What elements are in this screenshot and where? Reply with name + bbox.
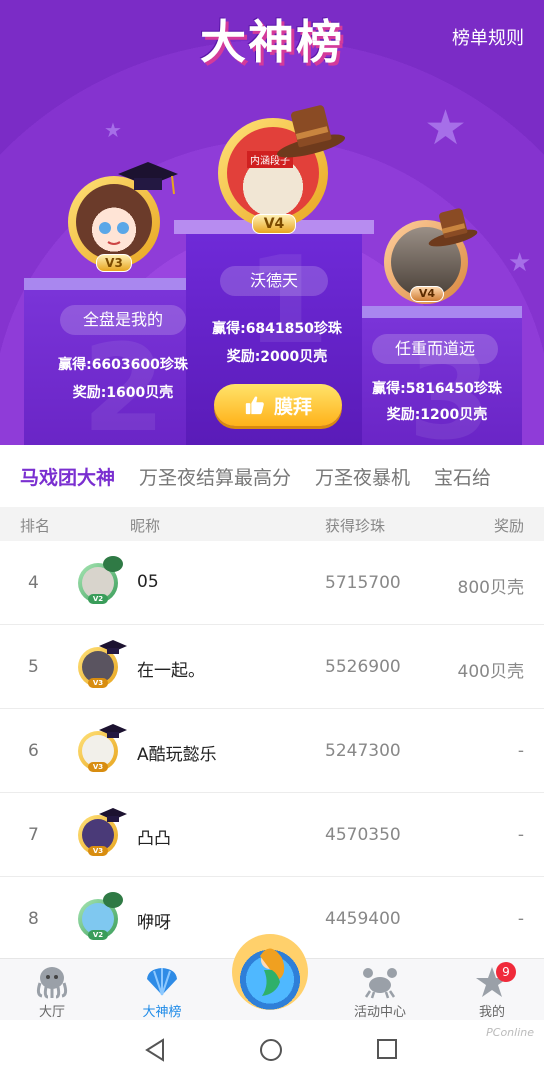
table-header: 排名 昵称 获得珍珠 奖励 [0,507,544,541]
column-pearls: 获得珍珠 [325,517,386,535]
graduation-cap-icon [103,556,123,572]
winner-name-second: 全盘是我的 [60,305,186,335]
column-rank: 排名 [20,517,51,535]
reward-first: 奖励:2000贝壳 [226,349,328,365]
octopus-icon [36,967,68,999]
level-badge: V3 [88,846,108,856]
row-reward: - [517,741,524,761]
won-pearls-first: 赢得:6841850珍珠 [212,321,342,337]
tab-circus-master[interactable]: 马戏团大神 [20,463,115,490]
top-hat-icon [275,104,347,163]
table-row[interactable]: 5 V3 在一起。 5526900 400贝壳 [0,625,544,709]
row-rank: 7 [28,825,39,845]
row-nickname: 05 [137,572,159,592]
graduation-cap-icon [118,162,178,195]
row-nickname: 凸凸 [137,829,171,849]
rules-link[interactable]: 榜单规则 [452,24,524,50]
row-nickname: A酷玩懿乐 [137,745,217,765]
graduation-cap-icon [99,640,127,654]
graduation-cap-icon [99,808,127,822]
nav-label: 大厅 [38,1005,65,1020]
nav-label: 活动中心 [353,1005,406,1020]
level-badge: V3 [88,678,108,688]
nav-lobby[interactable]: 大厅 [12,965,92,1020]
home-icon[interactable] [259,1038,283,1062]
mermaid-icon [260,948,285,996]
level-badge: V3 [96,254,132,272]
star-icon: ★ [104,118,122,142]
reward-third: 奖励:1200贝壳 [386,407,488,423]
notification-badge: 9 [496,962,516,982]
recents-icon[interactable] [376,1038,398,1060]
tab-halloween-high-score[interactable]: 万圣夜结算最高分 [139,463,291,490]
nav-label: 大神榜 [142,1005,182,1020]
row-pearls: 5247300 [325,741,401,761]
nav-mine[interactable]: 我的 [452,965,532,1020]
table-row[interactable]: 6 V3 A酷玩懿乐 5247300 - [0,709,544,793]
star-icon: ★ [508,248,532,278]
graduation-cap-icon [103,892,123,908]
level-badge: V2 [88,594,108,604]
row-reward: 800贝壳 [457,578,524,598]
row-rank: 8 [28,909,39,929]
nav-activity-center[interactable]: 活动中心 [340,965,420,1020]
row-reward: - [517,909,524,929]
worship-button[interactable]: 膜拜 [214,384,342,426]
worship-label: 膜拜 [273,395,312,418]
system-navigation-bar [0,1020,544,1080]
thumbs-up-icon [245,396,264,415]
row-pearls: 5715700 [325,573,401,593]
level-badge: V4 [410,286,444,302]
row-pearls: 4459400 [325,909,401,929]
graduation-cap-icon [99,724,127,738]
table-row[interactable]: 4 V2 05 5715700 800贝壳 [0,541,544,625]
crab-icon [363,968,397,999]
leaderboard-hero: 大神榜 榜单规则 ★ ★ ★ 2 3 1 V3 内涵段子 V4 V4 全盘是我的… [0,0,544,445]
winner-name-third: 任重而道远 [372,334,498,364]
category-tabs: 马戏团大神 万圣夜结算最高分 万圣夜暴机 宝石给 [0,445,544,507]
tab-gem[interactable]: 宝石给 [434,463,491,490]
column-reward: 奖励 [493,517,524,535]
watermark-logo: PConline [486,1026,534,1039]
column-nickname: 昵称 [130,517,161,535]
tab-halloween-burst[interactable]: 万圣夜暴机 [315,463,410,490]
won-pearls-third: 赢得:5816450珍珠 [372,381,502,397]
row-rank: 4 [28,573,39,593]
row-pearls: 5526900 [325,657,401,677]
shell-icon [147,968,177,996]
back-icon[interactable] [144,1038,166,1062]
row-rank: 6 [28,741,39,761]
top-hat-icon [427,207,479,250]
star-icon: ★ [424,100,468,156]
nav-leaderboard[interactable]: 大神榜 [122,965,202,1020]
row-reward: 400贝壳 [457,662,524,682]
row-pearls: 4570350 [325,825,401,845]
mermaid-center-button[interactable] [232,934,308,1010]
reward-second: 奖励:1600贝壳 [72,385,174,401]
row-nickname: 在一起。 [137,661,205,681]
level-badge: V4 [252,214,296,234]
won-pearls-second: 赢得:6603600珍珠 [58,357,188,373]
row-nickname: 咿呀 [137,913,171,933]
table-row[interactable]: 7 V3 凸凸 4570350 - [0,793,544,877]
level-badge: V3 [88,762,108,772]
winner-name-first: 沃德天 [220,266,328,296]
level-badge: V2 [88,930,108,940]
nav-label: 我的 [478,1005,505,1020]
row-rank: 5 [28,657,39,677]
row-reward: - [517,825,524,845]
